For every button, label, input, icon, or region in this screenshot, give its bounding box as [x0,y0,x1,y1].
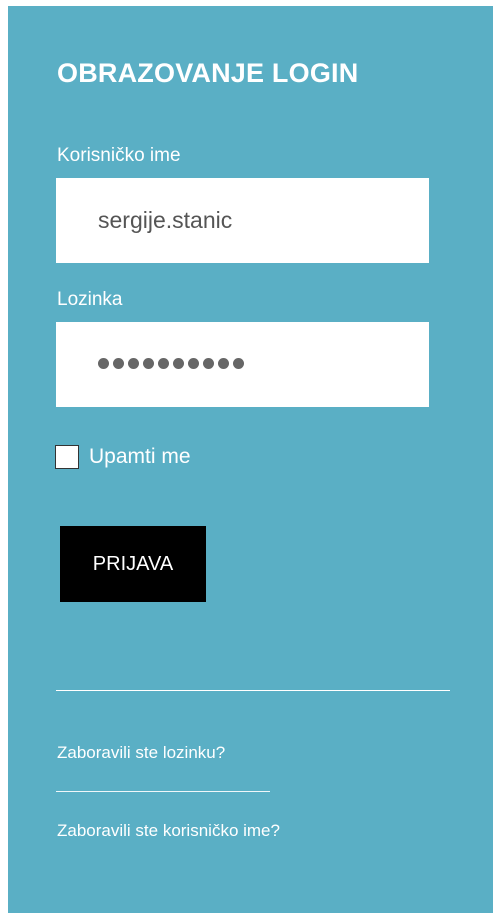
password-mask-dot [98,358,109,369]
remember-me-checkbox[interactable] [55,445,79,469]
divider [56,690,450,691]
password-mask-dot [188,358,199,369]
login-panel: OBRAZOVANJE LOGIN Korisničko ime sergije… [8,6,493,913]
forgot-username-link[interactable]: Zaboravili ste korisničko ime? [57,821,280,841]
password-mask-dot [203,358,214,369]
forgot-password-link[interactable]: Zaboravili ste lozinku? [57,743,225,763]
username-value: sergije.stanic [98,207,233,233]
password-mask-dot [218,358,229,369]
password-label: Lozinka [57,289,123,310]
password-mask-dot [233,358,244,369]
remember-me-label[interactable]: Upamti me [89,445,191,469]
password-field[interactable] [56,322,429,407]
link-divider [56,791,270,792]
password-mask [98,356,244,372]
username-field[interactable]: sergije.stanic [56,178,429,263]
password-mask-dot [173,358,184,369]
login-button[interactable]: PRIJAVA [60,526,206,602]
password-mask-dot [128,358,139,369]
username-label: Korisničko ime [57,145,181,166]
password-mask-dot [158,358,169,369]
login-title: OBRAZOVANJE LOGIN [57,58,359,88]
password-mask-dot [143,358,154,369]
remember-me[interactable]: Upamti me [55,445,191,469]
password-mask-dot [113,358,124,369]
